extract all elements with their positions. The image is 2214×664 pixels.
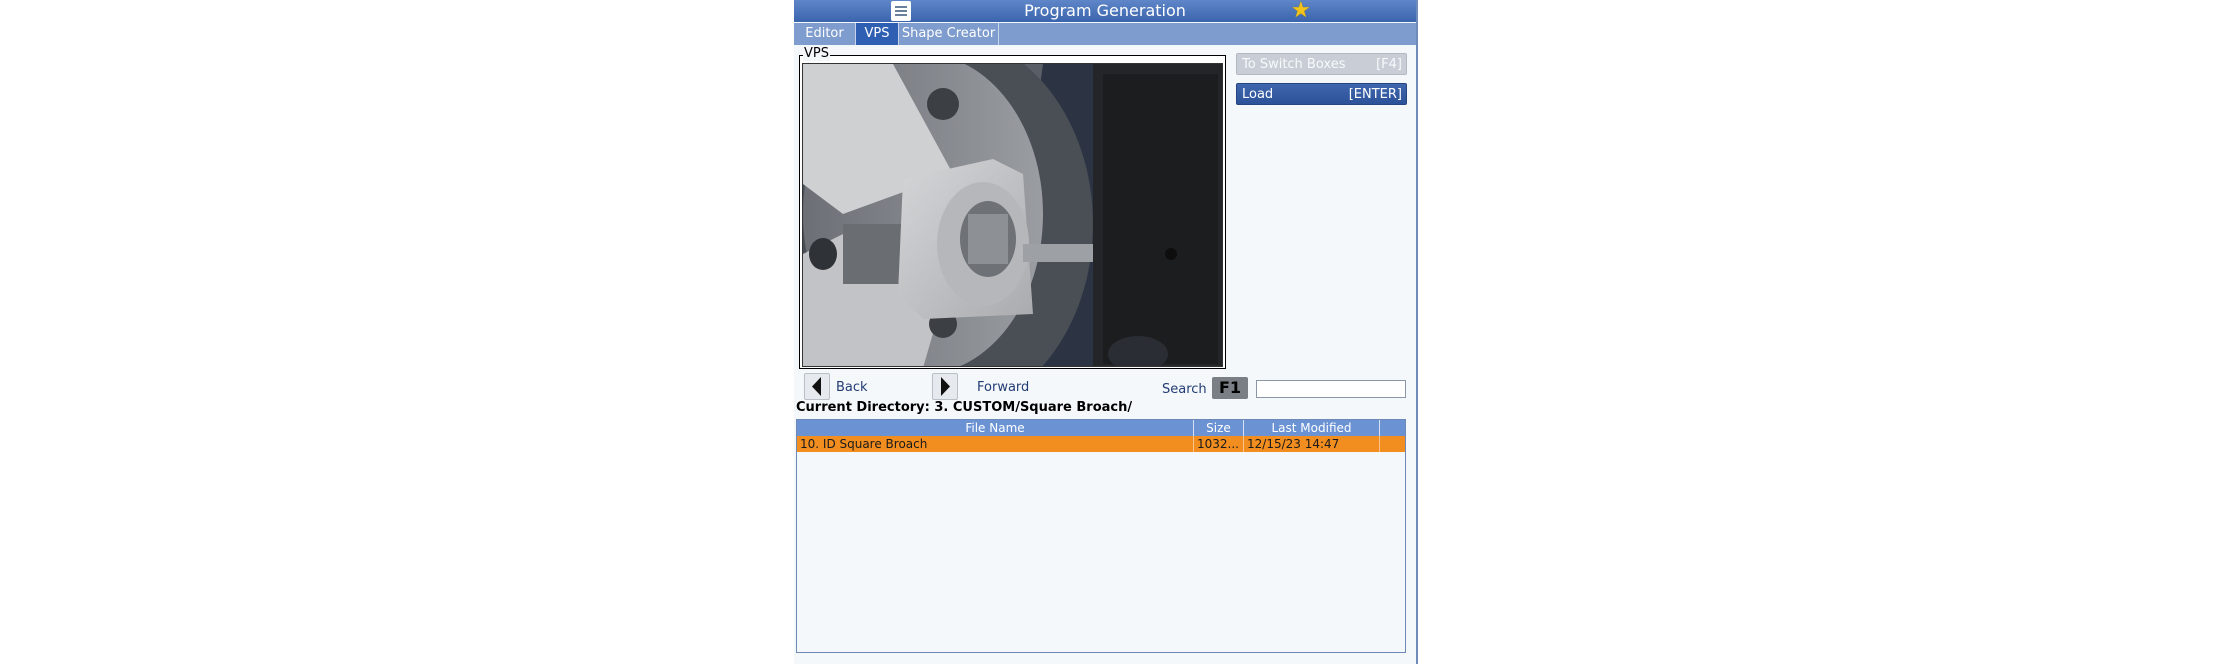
search-label: Search — [1162, 382, 1207, 397]
search-input[interactable] — [1256, 380, 1406, 398]
load-label: Load — [1242, 87, 1274, 102]
switch-boxes-button[interactable]: To Switch Boxes [F4] — [1236, 53, 1407, 75]
load-button[interactable]: Load [ENTER] — [1236, 83, 1407, 105]
vps-preview-image — [802, 63, 1223, 367]
tab-editor[interactable]: Editor — [794, 23, 856, 45]
tab-vps[interactable]: VPS — [856, 23, 899, 45]
program-generation-window: Program Generation ★ Editor VPS Shape Cr… — [794, 0, 1418, 664]
file-size-cell: 1032... — [1194, 436, 1244, 452]
back-label[interactable]: Back — [836, 380, 868, 395]
switch-boxes-key: [F4] — [1376, 57, 1402, 72]
favorite-star-icon[interactable]: ★ — [1291, 0, 1311, 23]
forward-button[interactable] — [932, 373, 958, 400]
load-key: [ENTER] — [1348, 87, 1402, 102]
vps-group-label: VPS — [803, 46, 830, 61]
file-name-cell: 10. ID Square Broach — [797, 436, 1194, 452]
forward-label[interactable]: Forward — [977, 380, 1029, 395]
table-header: File Name Size Last Modified — [797, 420, 1405, 436]
menu-icon[interactable] — [891, 1, 911, 21]
column-last-modified[interactable]: Last Modified — [1244, 420, 1380, 436]
file-modified-cell: 12/15/23 14:47 — [1244, 436, 1380, 452]
window-title: Program Generation — [1024, 1, 1186, 20]
current-directory: Current Directory: 3. CUSTOM/Square Broa… — [796, 400, 1133, 415]
back-button[interactable] — [804, 373, 830, 400]
triangle-left-icon — [812, 377, 821, 396]
file-table: File Name Size Last Modified 10. ID Squa… — [796, 419, 1406, 653]
tab-bar: Editor VPS Shape Creator — [794, 23, 1416, 45]
switch-boxes-label: To Switch Boxes — [1242, 57, 1346, 72]
triangle-right-icon — [941, 377, 950, 396]
table-row[interactable]: 10. ID Square Broach 1032... 12/15/23 14… — [797, 436, 1405, 452]
f1-key-icon[interactable]: F1 — [1212, 377, 1248, 399]
column-file-name[interactable]: File Name — [797, 420, 1194, 436]
tab-shape-creator[interactable]: Shape Creator — [899, 23, 999, 45]
column-size[interactable]: Size — [1194, 420, 1244, 436]
title-bar: Program Generation ★ — [794, 0, 1416, 23]
